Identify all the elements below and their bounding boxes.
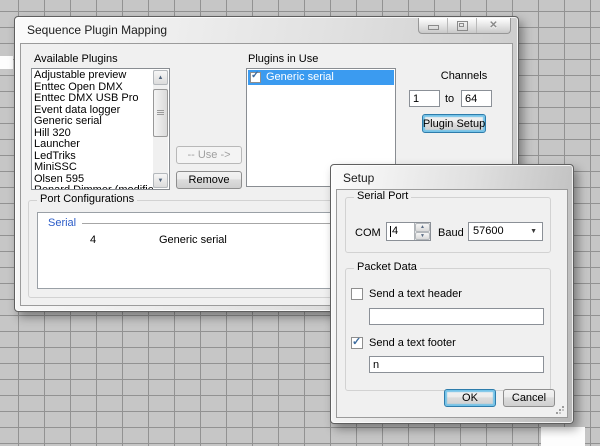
com-value: 4 — [390, 225, 398, 237]
resize-grip[interactable] — [556, 406, 565, 415]
channels-to-label: to — [445, 93, 454, 105]
list-item[interactable]: Enttec DMX USB Pro — [34, 93, 153, 105]
spin-down-icon[interactable]: ▼ — [415, 232, 430, 241]
ok-button[interactable]: OK — [444, 389, 496, 407]
text-caret — [390, 226, 391, 237]
list-item[interactable]: Renard Dimmer (modified) — [34, 185, 153, 189]
baud-combobox[interactable]: 57600 ▼ — [468, 222, 543, 241]
spin-up-icon[interactable]: ▲ — [415, 223, 430, 232]
window-title: Sequence Plugin Mapping — [27, 23, 167, 37]
plugin-in-use-row[interactable]: ✓ Generic serial — [248, 70, 394, 85]
serial-port-group: Serial Port COM 4 ▲ ▼ Baud 57600 ▼ — [345, 197, 551, 253]
list-item[interactable]: Generic serial — [34, 116, 153, 128]
baud-value: 57600 — [473, 225, 504, 237]
serial-section-label: Serial — [48, 217, 76, 229]
cancel-button[interactable]: Cancel — [503, 389, 555, 407]
minimize-icon — [428, 25, 439, 30]
packet-data-group: Packet Data Send a text header ✓ Send a … — [345, 268, 551, 391]
serial-port-label: Serial Port — [354, 190, 411, 202]
check-icon: ✓ — [352, 335, 361, 348]
send-header-checkbox[interactable] — [351, 288, 363, 300]
channel-to-input[interactable] — [461, 90, 492, 107]
port-configurations-label: Port Configurations — [37, 193, 137, 205]
baud-label: Baud — [438, 227, 464, 239]
scroll-up-icon[interactable]: ▲ — [153, 70, 168, 85]
check-icon: ✓ — [251, 70, 259, 81]
close-button[interactable]: ✕ — [477, 18, 510, 33]
scrollbar[interactable]: ▲ ▼ — [153, 70, 168, 188]
available-plugins-label: Available Plugins — [34, 53, 118, 65]
remove-button[interactable]: Remove — [176, 171, 242, 189]
port-number: 4 — [90, 234, 96, 246]
list-item[interactable]: Launcher — [34, 139, 153, 151]
com-label: COM — [355, 227, 381, 239]
restore-button[interactable] — [448, 18, 477, 33]
setup-title-bar[interactable]: Setup — [331, 165, 573, 189]
desktop-grid-background: Sequence Plugin Mapping ✕ Available Plug… — [0, 0, 600, 446]
plugin-setup-button[interactable]: Plugin Setup — [422, 114, 486, 133]
setup-client-area: Serial Port COM 4 ▲ ▼ Baud 57600 ▼ Packe… — [336, 189, 568, 418]
grid-highlight-cell — [541, 427, 585, 446]
com-spinner[interactable]: 4 ▲ ▼ — [386, 222, 431, 241]
close-icon: ✕ — [489, 19, 497, 32]
list-item[interactable]: MiniSSC — [34, 162, 153, 174]
footer-text-input[interactable] — [369, 356, 544, 373]
setup-window-title: Setup — [343, 171, 374, 185]
port-plugin-name: Generic serial — [159, 234, 227, 246]
header-text-input[interactable] — [369, 308, 544, 325]
use-button[interactable]: -- Use -> — [176, 146, 242, 164]
list-item[interactable]: Adjustable preview — [34, 70, 153, 82]
spin-buttons: ▲ ▼ — [414, 223, 430, 240]
setup-window: Setup Serial Port COM 4 ▲ ▼ Baud 57600 ▼ — [330, 164, 574, 424]
plugin-in-use-label: Generic serial — [266, 71, 334, 83]
chevron-down-icon: ▼ — [530, 228, 537, 235]
send-header-label: Send a text header — [369, 288, 462, 300]
plugin-checkbox[interactable]: ✓ — [250, 72, 261, 83]
scroll-down-icon[interactable]: ▼ — [153, 173, 168, 188]
send-footer-label: Send a text footer — [369, 337, 456, 349]
available-plugins-items: Adjustable preview Enttec Open DMX Entte… — [34, 70, 153, 189]
send-footer-checkbox[interactable]: ✓ — [351, 337, 363, 349]
caption-buttons: ✕ — [418, 18, 511, 34]
plugins-in-use-label: Plugins in Use — [248, 53, 318, 65]
channel-from-input[interactable] — [409, 90, 440, 107]
restore-icon — [457, 21, 468, 31]
grid-highlight-cell — [0, 56, 13, 69]
channels-label: Channels — [409, 70, 519, 82]
available-plugins-listbox[interactable]: Adjustable preview Enttec Open DMX Entte… — [31, 68, 170, 190]
minimize-button[interactable] — [419, 18, 448, 33]
packet-data-label: Packet Data — [354, 261, 420, 273]
scrollbar-thumb[interactable] — [153, 89, 168, 137]
